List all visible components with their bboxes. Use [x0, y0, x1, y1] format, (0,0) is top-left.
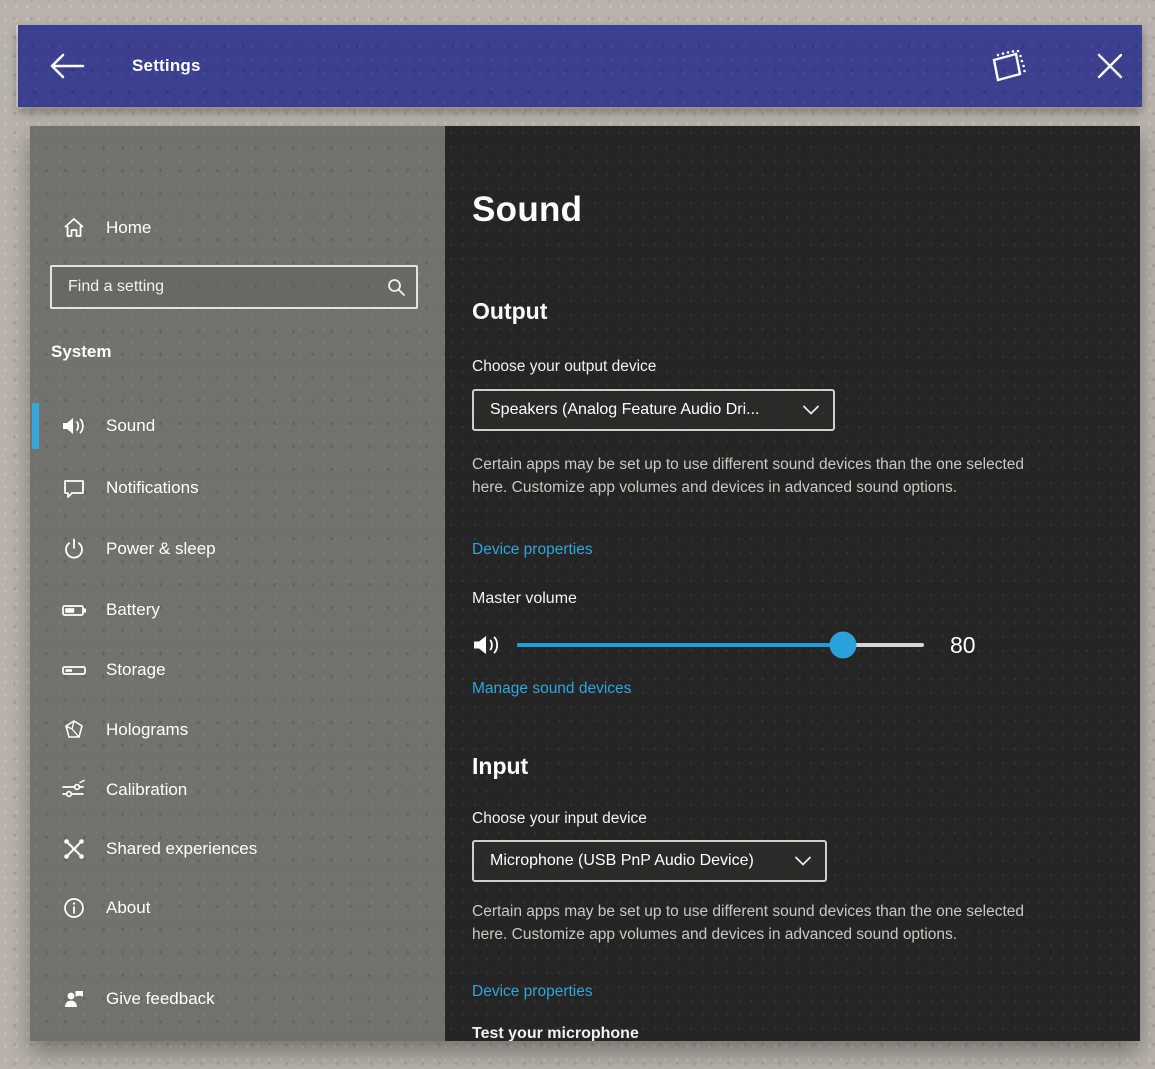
sidebar-item-label: About	[106, 898, 150, 918]
sidebar-item-holograms[interactable]: Holograms	[30, 706, 445, 754]
manage-sound-devices-link[interactable]: Manage sound devices	[472, 680, 631, 698]
power-icon	[60, 536, 87, 563]
close-button[interactable]	[1078, 25, 1142, 107]
sidebar-item-label: Give feedback	[106, 989, 215, 1009]
chevron-down-icon	[795, 856, 811, 866]
sidebar-item-shared-experiences[interactable]: Shared experiences	[30, 825, 445, 873]
sidebar-section-system: System	[51, 342, 111, 362]
sidebar-item-label: Home	[106, 218, 151, 238]
master-volume-slider[interactable]	[517, 643, 924, 647]
sidebar-item-label: Storage	[106, 660, 166, 680]
calibration-sliders-icon	[60, 777, 87, 804]
test-microphone-label: Test your microphone	[472, 1025, 639, 1041]
back-button[interactable]	[44, 46, 90, 86]
sidebar-item-label: Sound	[106, 416, 155, 436]
input-device-label: Choose your input device	[472, 810, 647, 828]
sidebar-item-label: Shared experiences	[106, 839, 257, 859]
output-section-heading: Output	[472, 298, 547, 325]
input-device-value: Microphone (USB PnP Audio Device)	[490, 852, 754, 870]
shared-experiences-icon	[60, 836, 87, 863]
titlebar: Settings	[18, 25, 1142, 107]
output-device-label: Choose your output device	[472, 358, 656, 376]
input-device-properties-link[interactable]: Device properties	[472, 983, 593, 1001]
sidebar-item-label: Holograms	[106, 720, 188, 740]
output-description: Certain apps may be set up to use differ…	[472, 453, 1052, 499]
sidebar-item-about[interactable]: About	[30, 884, 445, 932]
sidebar-item-battery[interactable]: Battery	[30, 586, 445, 634]
input-description: Certain apps may be set up to use differ…	[472, 900, 1052, 946]
volume-speaker-icon	[472, 631, 502, 659]
sidebar-item-storage[interactable]: Storage	[30, 646, 445, 694]
volume-value: 80	[950, 632, 976, 659]
output-device-dropdown[interactable]: Speakers (Analog Feature Audio Dri...	[472, 389, 835, 431]
sidebar-item-label: Calibration	[106, 780, 187, 800]
output-device-value: Speakers (Analog Feature Audio Dri...	[490, 401, 759, 419]
feedback-person-icon	[60, 986, 87, 1013]
page-title: Sound	[472, 190, 582, 230]
master-volume-slider-row: 80	[472, 624, 992, 666]
search-box	[50, 265, 418, 309]
battery-icon	[60, 597, 87, 624]
input-section-heading: Input	[472, 753, 528, 780]
volume-slider-fill	[517, 643, 843, 647]
volume-slider-thumb[interactable]	[829, 632, 856, 659]
sidebar-item-label: Notifications	[106, 478, 199, 498]
output-device-properties-link[interactable]: Device properties	[472, 541, 593, 559]
close-icon	[1094, 50, 1126, 82]
sidebar-item-label: Battery	[106, 600, 160, 620]
app-title: Settings	[132, 56, 201, 76]
back-arrow-icon	[47, 50, 87, 82]
sidebar-item-calibration[interactable]: Calibration	[30, 766, 445, 814]
sidebar-item-power-sleep[interactable]: Power & sleep	[30, 525, 445, 573]
adjust-window-button[interactable]	[978, 25, 1042, 107]
search-icon[interactable]	[376, 277, 416, 297]
sidebar-item-give-feedback[interactable]: Give feedback	[30, 975, 445, 1023]
settings-window: Home System Sound	[30, 126, 1140, 1041]
storage-drive-icon	[60, 657, 87, 684]
sidebar-item-home[interactable]: Home	[30, 204, 445, 252]
home-icon	[60, 215, 87, 242]
sound-settings-panel: Sound Output Choose your output device S…	[445, 126, 1140, 1041]
master-volume-label: Master volume	[472, 590, 577, 608]
notification-bubble-icon	[60, 475, 87, 502]
sidebar-item-notifications[interactable]: Notifications	[30, 464, 445, 512]
chevron-down-icon	[803, 405, 819, 415]
info-icon	[60, 895, 87, 922]
sidebar-item-label: Power & sleep	[106, 539, 216, 559]
input-device-dropdown[interactable]: Microphone (USB PnP Audio Device)	[472, 840, 827, 882]
search-input[interactable]	[52, 267, 376, 307]
adjust-window-icon	[990, 48, 1030, 84]
sidebar: Home System Sound	[30, 126, 445, 1041]
sidebar-item-sound[interactable]: Sound	[30, 402, 445, 450]
hologram-icon	[60, 717, 87, 744]
speaker-icon	[60, 413, 87, 440]
